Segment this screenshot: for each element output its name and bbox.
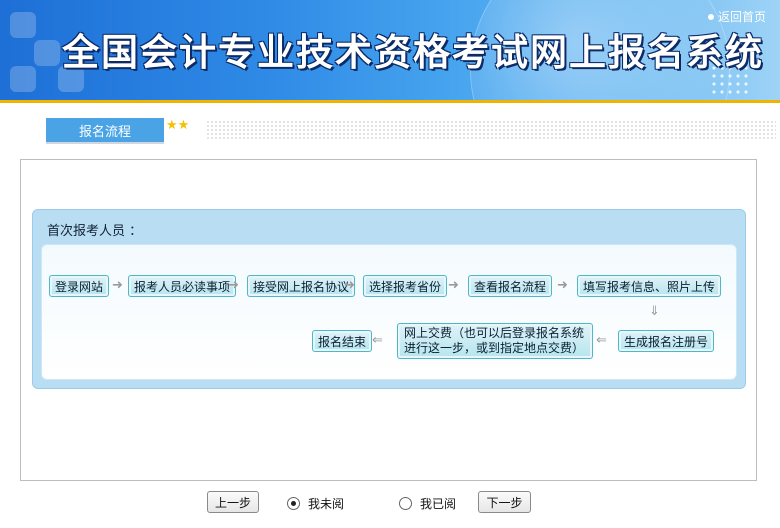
tab-registration-process[interactable]: 报名流程 bbox=[46, 118, 164, 144]
step-accept-agreement: 接受网上报名协议 bbox=[247, 275, 356, 297]
radio-read-label: 我已阅 bbox=[420, 497, 457, 511]
step-login-site: 登录网站 bbox=[49, 275, 110, 297]
step-view-process: 查看报名流程 bbox=[468, 275, 553, 297]
flow-title: 首次报考人员 ： bbox=[47, 224, 143, 239]
prev-step-button[interactable]: 上一步 bbox=[207, 491, 259, 513]
hex-decoration bbox=[10, 12, 36, 38]
bullet-icon bbox=[707, 13, 714, 20]
arrow-down-icon: ⇓ bbox=[649, 304, 660, 319]
flow-box: 首次报考人员 ： 登录网站 ➜ 报考人员必读事项 ➜ 接受网上报名协议 ➜ 选择… bbox=[32, 209, 746, 389]
step-select-province: 选择报考省份 bbox=[363, 275, 448, 297]
step-fill-info-upload-photo: 填写报考信息、照片上传 bbox=[577, 275, 722, 297]
step-registration-end: 报名结束 bbox=[312, 330, 373, 352]
radio-unread-option[interactable]: 我未阅 bbox=[287, 495, 344, 512]
hex-decoration bbox=[10, 66, 36, 92]
flow-steps-area: 登录网站 ➜ 报考人员必读事项 ➜ 接受网上报名协议 ➜ 选择报考省份 ➜ 查看… bbox=[41, 244, 737, 380]
return-home-label: 返回首页 bbox=[717, 10, 766, 24]
arrow-right-icon: ➜ bbox=[448, 278, 459, 293]
radio-read-option[interactable]: 我已阅 bbox=[399, 495, 456, 512]
dot-strip-decoration bbox=[206, 120, 776, 140]
header-banner: 全国会计专业技术资格考试网上报名系统 返回首页 bbox=[0, 0, 780, 100]
step-online-payment: 网上交费（也可以后登录报名系统进行这一步，或到指定地点交费） bbox=[397, 323, 593, 359]
arrow-left-icon: ⇐ bbox=[596, 333, 607, 348]
arrow-right-icon: ➜ bbox=[228, 278, 239, 293]
sub-nav: 报名流程 ★★ bbox=[46, 118, 776, 146]
header-stripe bbox=[0, 100, 780, 103]
return-home-link[interactable]: 返回首页 bbox=[707, 8, 766, 25]
arrow-right-icon: ➜ bbox=[112, 278, 123, 293]
arrow-right-icon: ➜ bbox=[557, 278, 568, 293]
site-title: 全国会计专业技术资格考试网上报名系统 bbox=[62, 30, 764, 74]
step-must-read: 报考人员必读事项 bbox=[128, 275, 237, 297]
radio-unread-label: 我未阅 bbox=[308, 497, 345, 511]
star-icon: ★★ bbox=[166, 118, 190, 133]
next-step-button[interactable]: 下一步 bbox=[478, 491, 531, 513]
hex-decoration bbox=[34, 40, 60, 66]
radio-read[interactable] bbox=[399, 497, 412, 510]
step-generate-registration-number: 生成报名注册号 bbox=[618, 330, 715, 352]
arrow-right-icon: ➜ bbox=[344, 278, 355, 293]
radio-unread[interactable] bbox=[287, 497, 300, 510]
arrow-left-icon: ⇐ bbox=[372, 333, 383, 348]
